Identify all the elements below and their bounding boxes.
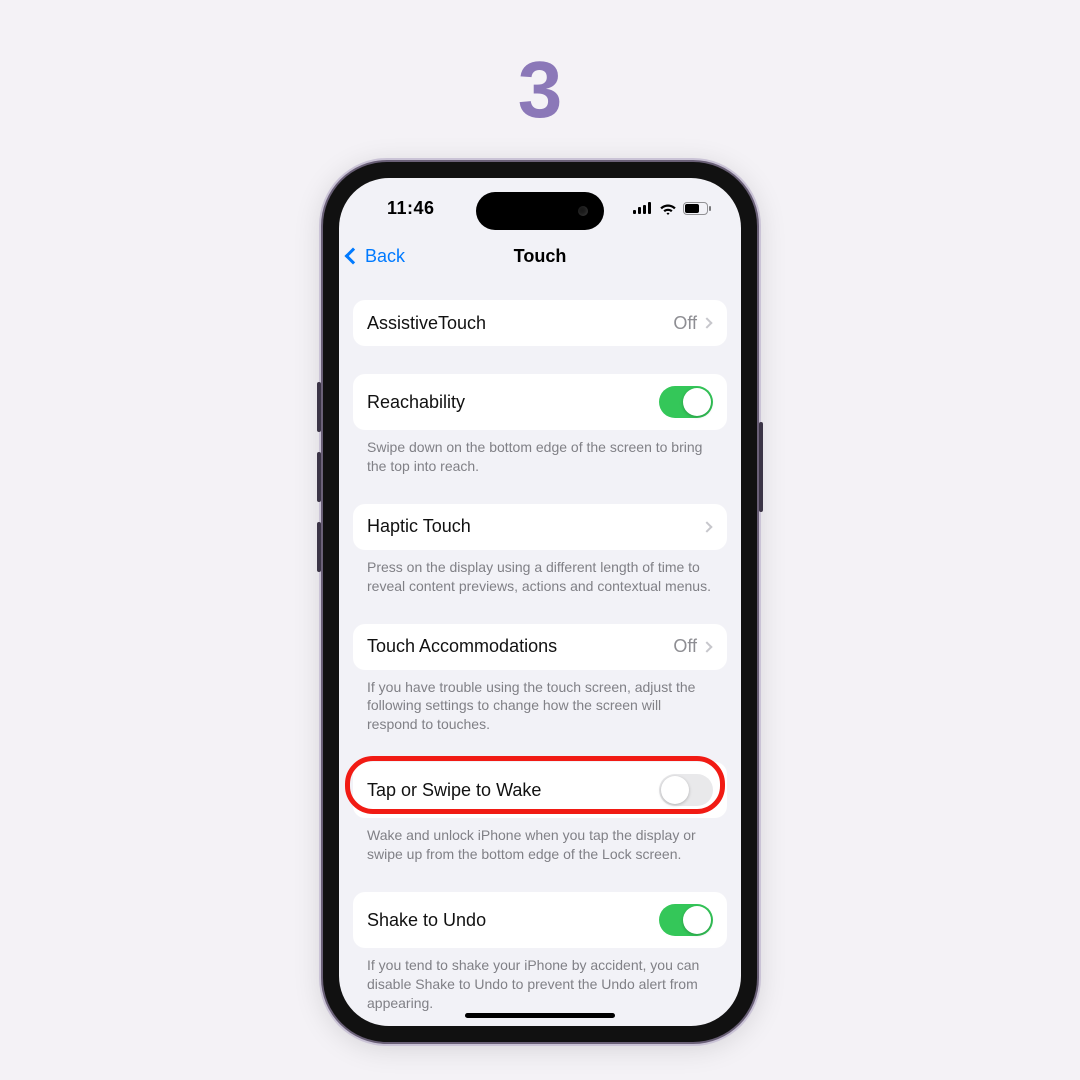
row-shake-to-undo[interactable]: Shake to Undo — [353, 892, 727, 948]
chevron-left-icon — [345, 248, 362, 265]
row-label: Reachability — [367, 392, 659, 413]
row-footer: If you have trouble using the touch scre… — [353, 670, 727, 735]
status-time: 11:46 — [387, 198, 435, 219]
row-footer: Press on the display using a different l… — [353, 550, 727, 596]
dynamic-island — [476, 192, 604, 230]
row-label: Shake to Undo — [367, 910, 659, 931]
row-value: Off — [673, 636, 697, 657]
row-touch-accommodations[interactable]: Touch Accommodations Off — [353, 624, 727, 670]
row-label: AssistiveTouch — [367, 313, 673, 334]
back-label: Back — [365, 246, 405, 267]
row-assistivetouch[interactable]: AssistiveTouch Off — [353, 300, 727, 346]
row-footer: Wake and unlock iPhone when you tap the … — [353, 818, 727, 864]
step-number: 3 — [0, 44, 1080, 136]
cellular-icon — [633, 202, 653, 214]
row-label: Tap or Swipe to Wake — [367, 780, 659, 801]
phone-screen: 11:46 Back Touch AssistiveTouch Off — [339, 178, 741, 1026]
row-tap-to-wake[interactable]: Tap or Swipe to Wake — [353, 762, 727, 818]
shake-to-undo-toggle[interactable] — [659, 904, 713, 936]
nav-bar: Back Touch — [339, 234, 741, 278]
tap-to-wake-toggle[interactable] — [659, 774, 713, 806]
chevron-right-icon — [701, 521, 712, 532]
battery-icon — [683, 202, 711, 215]
wifi-icon — [659, 202, 677, 215]
row-label: Haptic Touch — [367, 516, 703, 537]
row-footer: Swipe down on the bottom edge of the scr… — [353, 430, 727, 476]
row-reachability[interactable]: Reachability — [353, 374, 727, 430]
chevron-right-icon — [701, 641, 712, 652]
chevron-right-icon — [701, 317, 712, 328]
settings-list[interactable]: AssistiveTouch Off Reachability Swipe do… — [339, 278, 741, 1026]
home-indicator — [465, 1013, 615, 1018]
row-haptic-touch[interactable]: Haptic Touch — [353, 504, 727, 550]
back-button[interactable]: Back — [347, 246, 405, 267]
row-footer: If you tend to shake your iPhone by acci… — [353, 948, 727, 1013]
row-label: Touch Accommodations — [367, 636, 673, 657]
row-value: Off — [673, 313, 697, 334]
phone-frame: 11:46 Back Touch AssistiveTouch Off — [323, 162, 757, 1042]
reachability-toggle[interactable] — [659, 386, 713, 418]
